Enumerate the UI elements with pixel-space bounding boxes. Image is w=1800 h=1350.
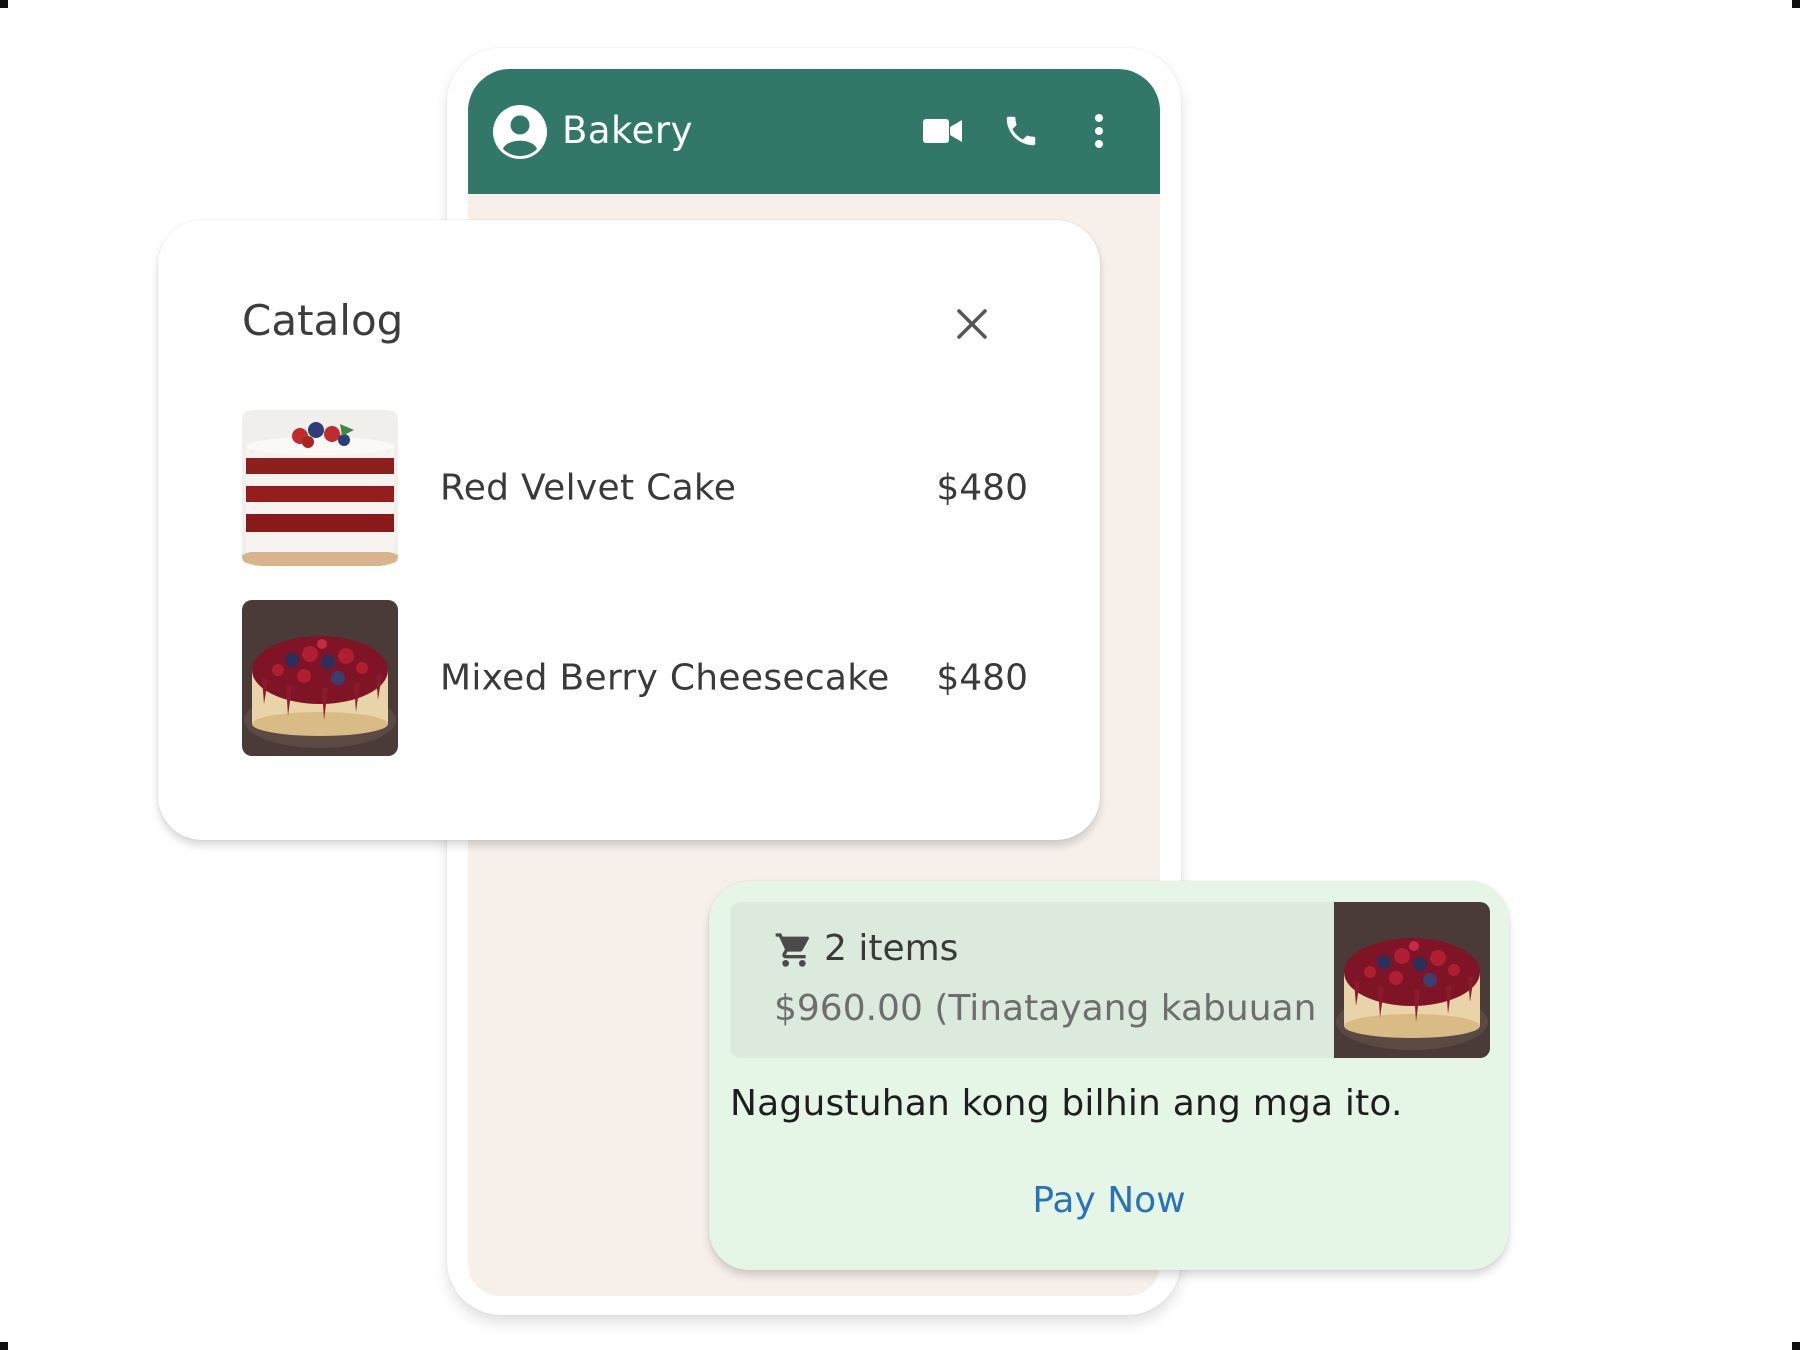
mixed-berry-cheesecake-image [242, 600, 398, 756]
catalog-item[interactable]: Red Velvet Cake $480 [242, 410, 1028, 566]
corner-mark [0, 0, 8, 8]
order-total: $960.00 (Tinatayang kabuuan [774, 988, 1317, 1029]
catalog-title: Catalog [242, 296, 404, 345]
pay-now-button[interactable]: Pay Now [709, 1171, 1509, 1231]
order-message-bubble: 2 items $960.00 (Tinatayang kabuuan Nagu… [709, 881, 1509, 1270]
corner-mark [1792, 0, 1800, 8]
more-options-button[interactable] [1075, 107, 1123, 155]
chat-title[interactable]: Bakery [562, 109, 693, 152]
contact-avatar-icon[interactable] [493, 105, 547, 159]
item-name: Red Velvet Cake [440, 467, 737, 509]
video-call-button[interactable] [919, 107, 967, 155]
close-catalog-button[interactable] [948, 300, 996, 348]
corner-mark [0, 1342, 8, 1350]
order-items-count: 2 items [824, 928, 959, 969]
item-price: $480 [936, 467, 1028, 509]
mixed-berry-cheesecake-image [1334, 902, 1490, 1058]
catalog-item[interactable]: Mixed Berry Cheesecake $480 [242, 600, 1028, 756]
item-name: Mixed Berry Cheesecake [440, 657, 890, 699]
video-call-icon [923, 119, 962, 143]
shopping-cart-icon [775, 933, 809, 967]
message-text: Nagustuhan kong bilhin ang mga ito. [730, 1083, 1403, 1124]
more-options-icon [1095, 114, 1103, 148]
item-price: $480 [936, 657, 1028, 699]
order-summary-card[interactable]: 2 items $960.00 (Tinatayang kabuuan [730, 902, 1490, 1058]
voice-call-button[interactable] [997, 107, 1045, 155]
phone-icon [1006, 116, 1036, 146]
red-velvet-cake-image [242, 410, 398, 566]
chat-app-bar: Bakery [468, 69, 1160, 194]
catalog-panel: Catalog Red Velvet Cake $480 Mixed Berry… [158, 220, 1100, 840]
close-icon [957, 309, 987, 339]
corner-mark [1792, 1342, 1800, 1350]
